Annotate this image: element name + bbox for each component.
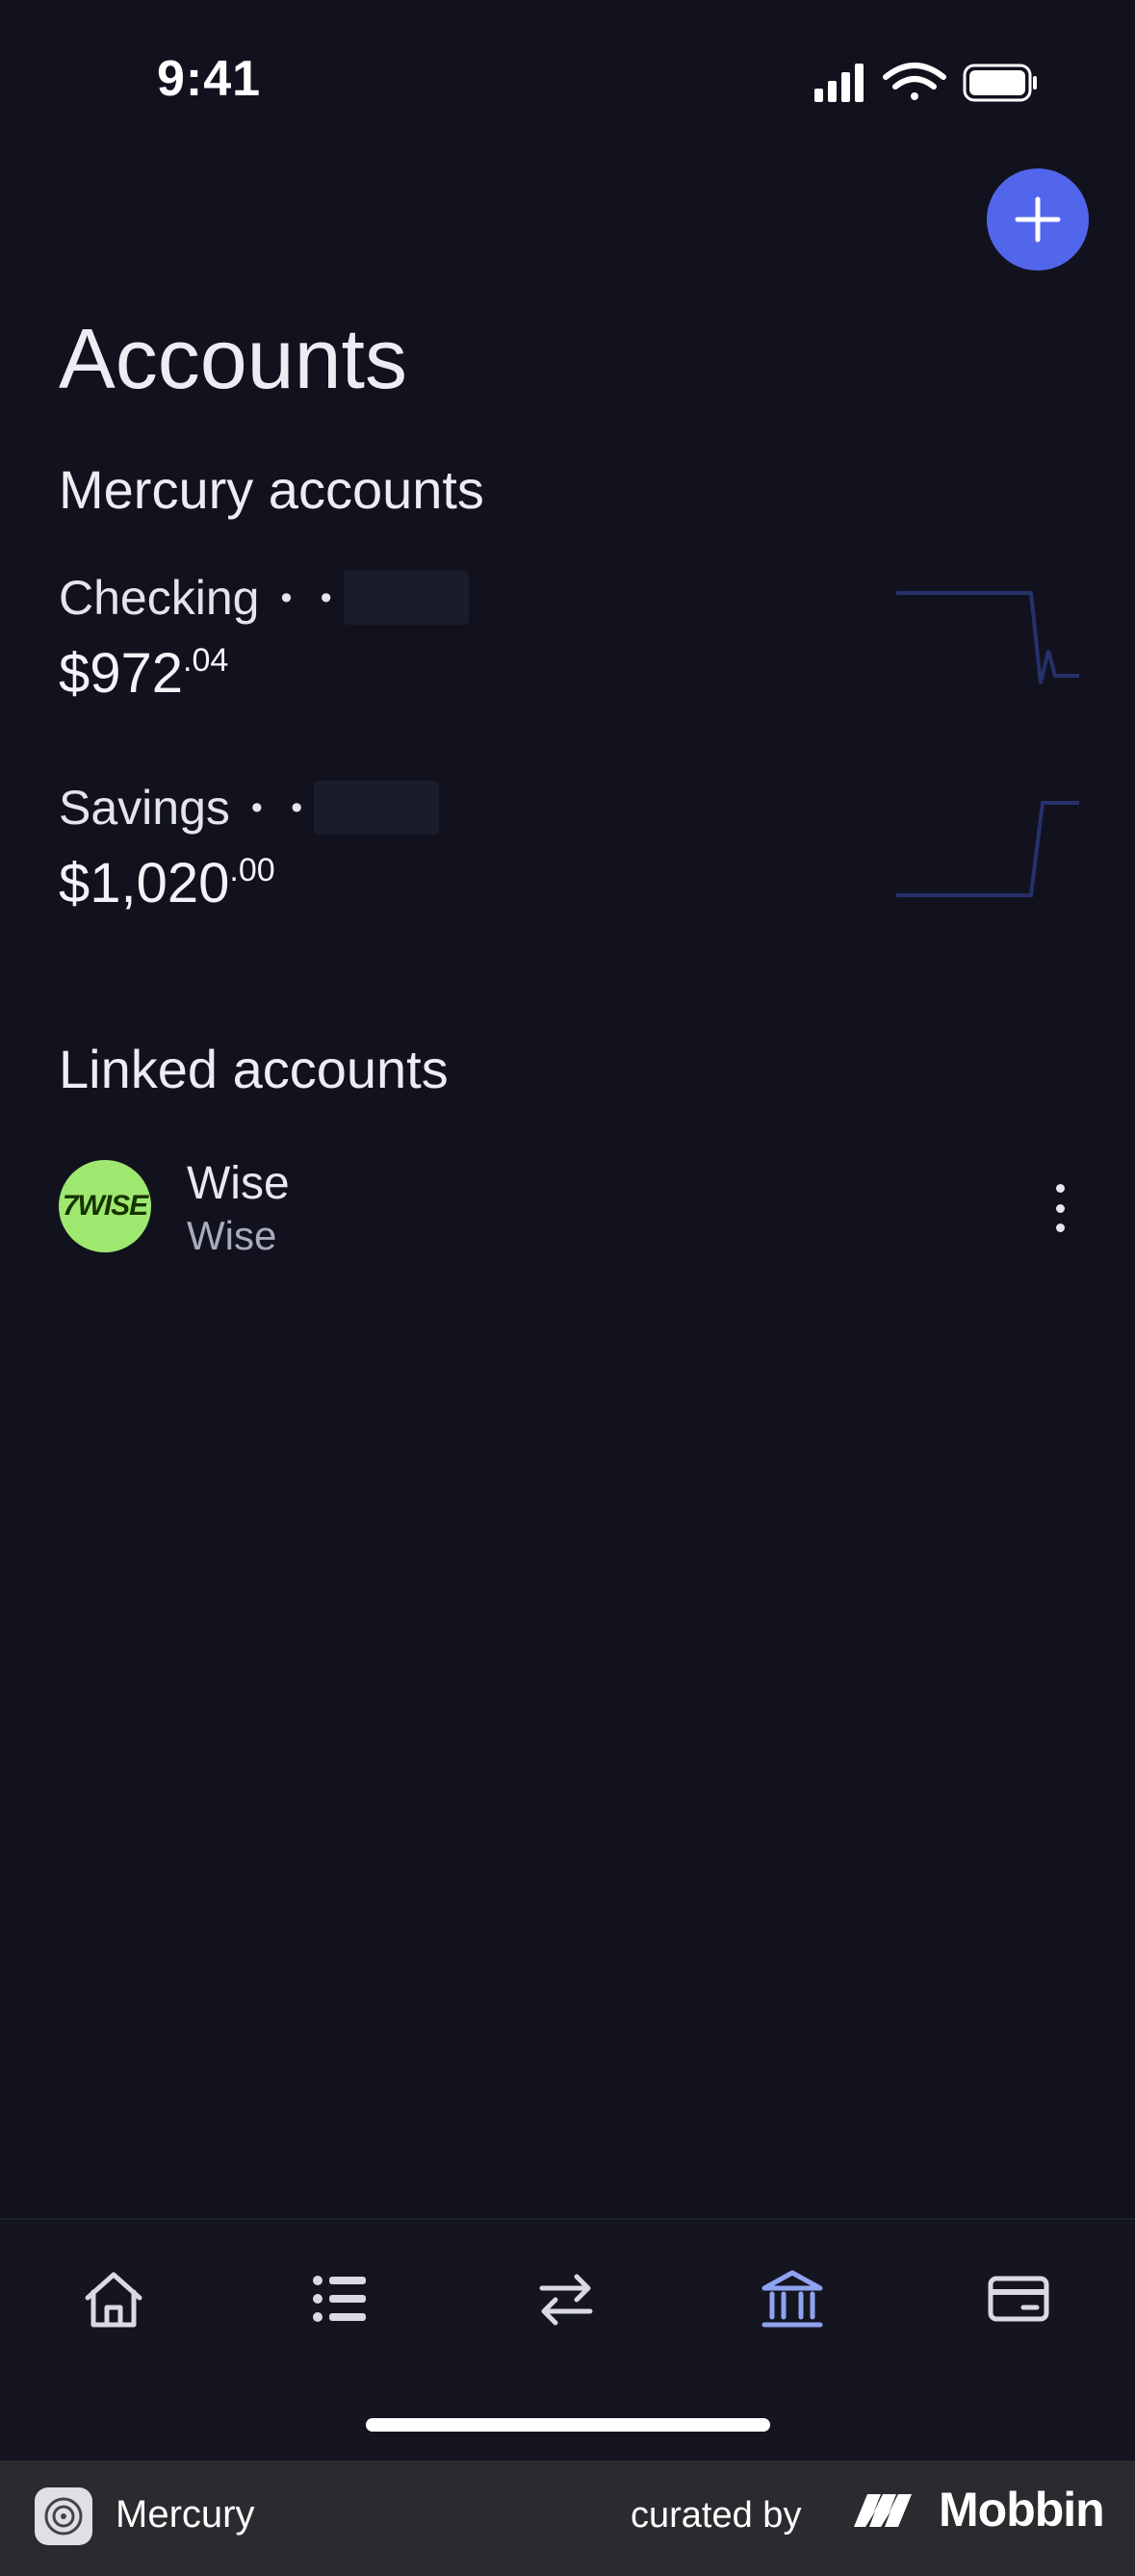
linked-account-name: Wise bbox=[187, 1158, 290, 1209]
wise-logo: 7WISE bbox=[59, 1160, 151, 1252]
footer-banner: Mercury curated by Mobbin bbox=[0, 2460, 1135, 2576]
redacted-account-number bbox=[314, 781, 440, 835]
page-title: Accounts bbox=[59, 311, 407, 406]
linked-account-wise[interactable]: 7WISE Wise Wise bbox=[59, 1155, 1079, 1261]
list-icon bbox=[313, 2276, 366, 2322]
signal-icon bbox=[814, 64, 864, 102]
balance-main: $1,020 bbox=[59, 852, 230, 914]
tab-cards[interactable] bbox=[980, 2260, 1057, 2337]
account-mask: • • bbox=[280, 579, 342, 616]
mercury-app-icon bbox=[35, 2487, 92, 2545]
mercury-accounts-heading: Mercury accounts bbox=[59, 459, 484, 520]
mobbin-logo-icon bbox=[854, 2494, 912, 2527]
balance-cents: .00 bbox=[229, 852, 275, 889]
card-icon bbox=[988, 2276, 1049, 2322]
home-icon bbox=[85, 2272, 142, 2328]
checking-sparkline bbox=[896, 591, 1079, 684]
linked-accounts-heading: Linked accounts bbox=[59, 1039, 449, 1099]
tab-home[interactable] bbox=[75, 2260, 152, 2337]
account-balance: $972.04 bbox=[59, 641, 228, 706]
plus-icon bbox=[1015, 196, 1061, 243]
balance-main: $972 bbox=[59, 642, 184, 705]
bank-icon bbox=[761, 2270, 823, 2328]
battery-icon bbox=[963, 64, 1037, 102]
more-options-icon[interactable] bbox=[1041, 1184, 1079, 1232]
savings-sparkline bbox=[896, 801, 1079, 897]
checking-account-row[interactable]: Checking • • $972.04 bbox=[59, 570, 1079, 724]
tab-accounts[interactable] bbox=[754, 2260, 831, 2337]
home-indicator bbox=[366, 2418, 770, 2432]
linked-account-subtitle: Wise bbox=[187, 1213, 277, 1258]
account-name: Savings bbox=[59, 781, 230, 835]
status-time: 9:41 bbox=[157, 51, 262, 107]
balance-cents: .04 bbox=[183, 642, 229, 679]
tab-transactions[interactable] bbox=[301, 2260, 378, 2337]
wifi-icon bbox=[883, 63, 946, 100]
account-balance: $1,020.00 bbox=[59, 851, 275, 915]
footer-app-name: Mercury bbox=[116, 2493, 255, 2536]
mobbin-brand-name: Mobbin bbox=[939, 2483, 1105, 2537]
redacted-account-number bbox=[343, 571, 469, 625]
account-name: Checking bbox=[59, 571, 260, 625]
account-mask: • • bbox=[250, 788, 313, 826]
mobbin-brand: Mobbin bbox=[852, 2482, 1105, 2537]
transfer-icon bbox=[539, 2274, 593, 2326]
savings-account-row[interactable]: Savings • • $1,020.00 bbox=[59, 780, 1079, 934]
status-icons bbox=[814, 63, 1037, 102]
footer-curated-by: curated by bbox=[631, 2495, 802, 2536]
add-account-button[interactable] bbox=[987, 168, 1089, 270]
tab-payments[interactable] bbox=[528, 2260, 605, 2337]
